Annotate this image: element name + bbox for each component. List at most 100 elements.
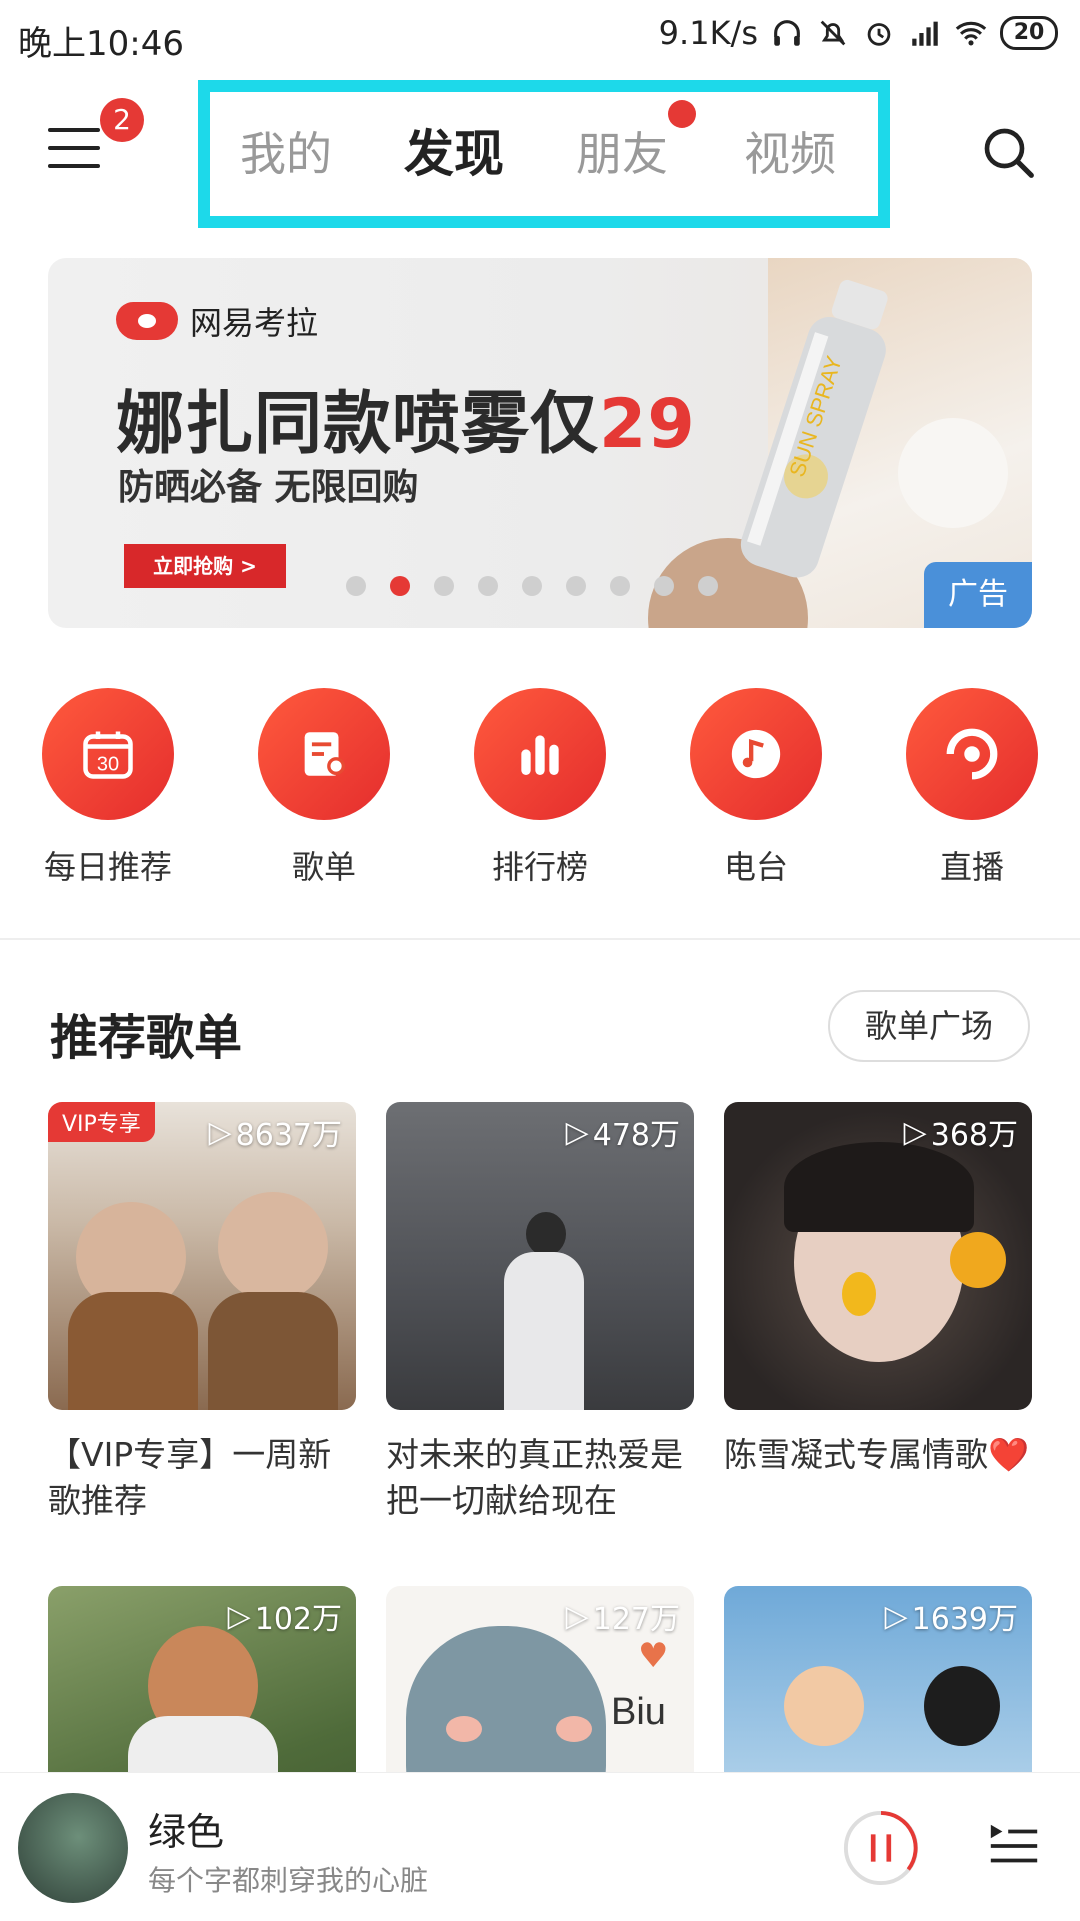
play-count: ▷ 478万 bbox=[566, 1110, 680, 1154]
play-count: ▷ 8637万 bbox=[209, 1110, 342, 1154]
tab-discover[interactable]: 发现 bbox=[404, 114, 504, 186]
wifi-icon bbox=[955, 21, 987, 46]
ad-title: 娜扎同款喷雾仅29 bbox=[116, 368, 696, 467]
playlist-square-button[interactable]: 歌单广场 bbox=[828, 990, 1030, 1062]
entry-label: 电台 bbox=[723, 848, 788, 886]
section-divider bbox=[0, 938, 1080, 940]
cover-hair bbox=[784, 1142, 974, 1232]
ad-banner[interactable]: SUN SPRAY 网易考拉 娜扎同款喷雾仅29 防晒必备 无限回购 立即抢购 … bbox=[48, 258, 1032, 628]
vip-badge: VIP专享 bbox=[48, 1102, 155, 1142]
daily-recommend-entry[interactable]: 30 每日推荐 bbox=[38, 688, 178, 888]
play-count: ▷ 368万 bbox=[904, 1110, 1018, 1154]
cover-text: Biu bbox=[611, 1691, 666, 1733]
song-title: 绿色 bbox=[148, 1810, 225, 1854]
play-count-value: 368万 bbox=[930, 1118, 1018, 1153]
cover-jacket bbox=[208, 1292, 338, 1410]
playlist-title: 陈雪凝式专属情歌❤️ bbox=[724, 1435, 1030, 1474]
cover-person-body bbox=[504, 1252, 584, 1410]
spray-bottle-image: SUN SPRAY bbox=[740, 279, 888, 578]
playlist-card[interactable]: ▷ 478万 对未来的真正热爱是把一切献给现在 bbox=[386, 1102, 694, 1524]
entry-label: 直播 bbox=[939, 848, 1004, 886]
album-art[interactable] bbox=[18, 1793, 128, 1903]
play-count: ▷ 127万 bbox=[566, 1594, 680, 1638]
headphones-icon bbox=[774, 20, 800, 46]
cover-person-head bbox=[526, 1212, 566, 1256]
alarm-icon bbox=[867, 23, 891, 46]
charts-entry[interactable]: 排行榜 bbox=[470, 688, 610, 888]
carousel-dot bbox=[434, 576, 454, 596]
status-time: 晚上10:46 bbox=[18, 24, 184, 64]
cover-jacket bbox=[68, 1292, 198, 1410]
carousel-dot bbox=[522, 576, 542, 596]
cover-fruit bbox=[950, 1232, 1006, 1288]
menu-button[interactable] bbox=[48, 128, 102, 170]
tab-friends[interactable]: 朋友 bbox=[576, 118, 668, 184]
calendar-icon: 30 bbox=[83, 731, 133, 779]
mute-bell-icon bbox=[820, 20, 846, 46]
brand-name: 网易考拉 bbox=[190, 304, 319, 342]
calendar-day: 30 bbox=[97, 753, 119, 775]
tab-mine[interactable]: 我的 bbox=[240, 118, 332, 184]
koala-logo-icon bbox=[116, 302, 178, 340]
notification-badge: 2 bbox=[100, 98, 144, 142]
entry-circle bbox=[258, 688, 390, 820]
signal-icon bbox=[912, 21, 938, 46]
banner-flower-decor bbox=[898, 418, 1008, 528]
pause-icon[interactable] bbox=[842, 1809, 920, 1887]
play-count-value: 102万 bbox=[254, 1602, 342, 1637]
live-icon bbox=[946, 728, 998, 780]
playlist-cover: ▷ 478万 bbox=[386, 1102, 694, 1410]
carousel-dot bbox=[478, 576, 498, 596]
play-triangle-icon: ▷ bbox=[227, 1598, 251, 1634]
carousel-dot bbox=[346, 576, 366, 596]
playlist-entry[interactable]: 歌单 bbox=[254, 688, 394, 888]
carousel-dot bbox=[390, 576, 410, 596]
buy-now-button[interactable]: 立即抢购 > bbox=[124, 544, 286, 588]
cover-cartoon-boy bbox=[784, 1666, 864, 1746]
play-triangle-icon: ▷ bbox=[884, 1598, 908, 1634]
ad-title-text: 娜扎同款喷雾仅 bbox=[116, 385, 600, 464]
search-icon[interactable] bbox=[980, 124, 1036, 180]
playlist-card[interactable]: VIP专享 ▷ 8637万 【VIP专享】一周新歌推荐 bbox=[48, 1102, 356, 1524]
play-triangle-icon: ▷ bbox=[903, 1114, 927, 1150]
entry-label: 歌单 bbox=[291, 848, 356, 886]
network-speed: 9.1K/s bbox=[658, 14, 758, 52]
play-count-value: 1639万 bbox=[911, 1602, 1018, 1637]
carousel-dot bbox=[654, 576, 674, 596]
playlist-cover: ▷ 368万 bbox=[724, 1102, 1032, 1410]
brand-logo: 网易考拉 bbox=[116, 298, 318, 344]
entry-label: 排行榜 bbox=[491, 848, 588, 886]
playlist-title: 对未来的真正热爱是把一切献给现在 bbox=[386, 1435, 683, 1520]
playlist-title: 【VIP专享】一周新歌推荐 bbox=[48, 1435, 332, 1520]
entry-circle bbox=[690, 688, 822, 820]
battery-icon: 20 bbox=[1000, 16, 1058, 50]
playlist-card[interactable]: ▷ 368万 陈雪凝式专属情歌❤️ bbox=[724, 1102, 1032, 1478]
playlist-queue-icon[interactable] bbox=[984, 1817, 1044, 1875]
play-count: ▷ 102万 bbox=[228, 1594, 342, 1638]
status-bar: 晚上10:46 9.1K/s 20 bbox=[0, 0, 1080, 74]
playlist-icon bbox=[304, 732, 346, 776]
play-triangle-icon: ▷ bbox=[208, 1114, 232, 1150]
radio-icon bbox=[731, 729, 781, 779]
carousel-dots bbox=[346, 576, 718, 596]
play-triangle-icon: ▷ bbox=[565, 1114, 589, 1150]
ad-price: 29 bbox=[599, 385, 696, 464]
play-count-value: 127万 bbox=[592, 1602, 680, 1637]
carousel-dot bbox=[610, 576, 630, 596]
carousel-dot bbox=[566, 576, 586, 596]
carousel-dot bbox=[698, 576, 718, 596]
entry-circle: 30 bbox=[42, 688, 174, 820]
playlist-cover: VIP专享 ▷ 8637万 bbox=[48, 1102, 356, 1410]
mini-player[interactable]: 绿色 每个字都刺穿我的心脏 bbox=[0, 1772, 1080, 1921]
entry-circle bbox=[906, 688, 1038, 820]
play-triangle-icon: ▷ bbox=[565, 1598, 589, 1634]
cover-cheek bbox=[556, 1716, 592, 1742]
tab-video[interactable]: 视频 bbox=[744, 118, 836, 184]
cover-leaf bbox=[842, 1272, 876, 1316]
radio-entry[interactable]: 电台 bbox=[686, 688, 826, 888]
play-count-value: 478万 bbox=[592, 1118, 680, 1153]
friends-unread-dot bbox=[668, 100, 696, 128]
live-entry[interactable]: 直播 bbox=[902, 688, 1042, 888]
play-count-value: 8637万 bbox=[235, 1118, 342, 1153]
song-lyric: 每个字都刺穿我的心脏 bbox=[148, 1864, 429, 1897]
